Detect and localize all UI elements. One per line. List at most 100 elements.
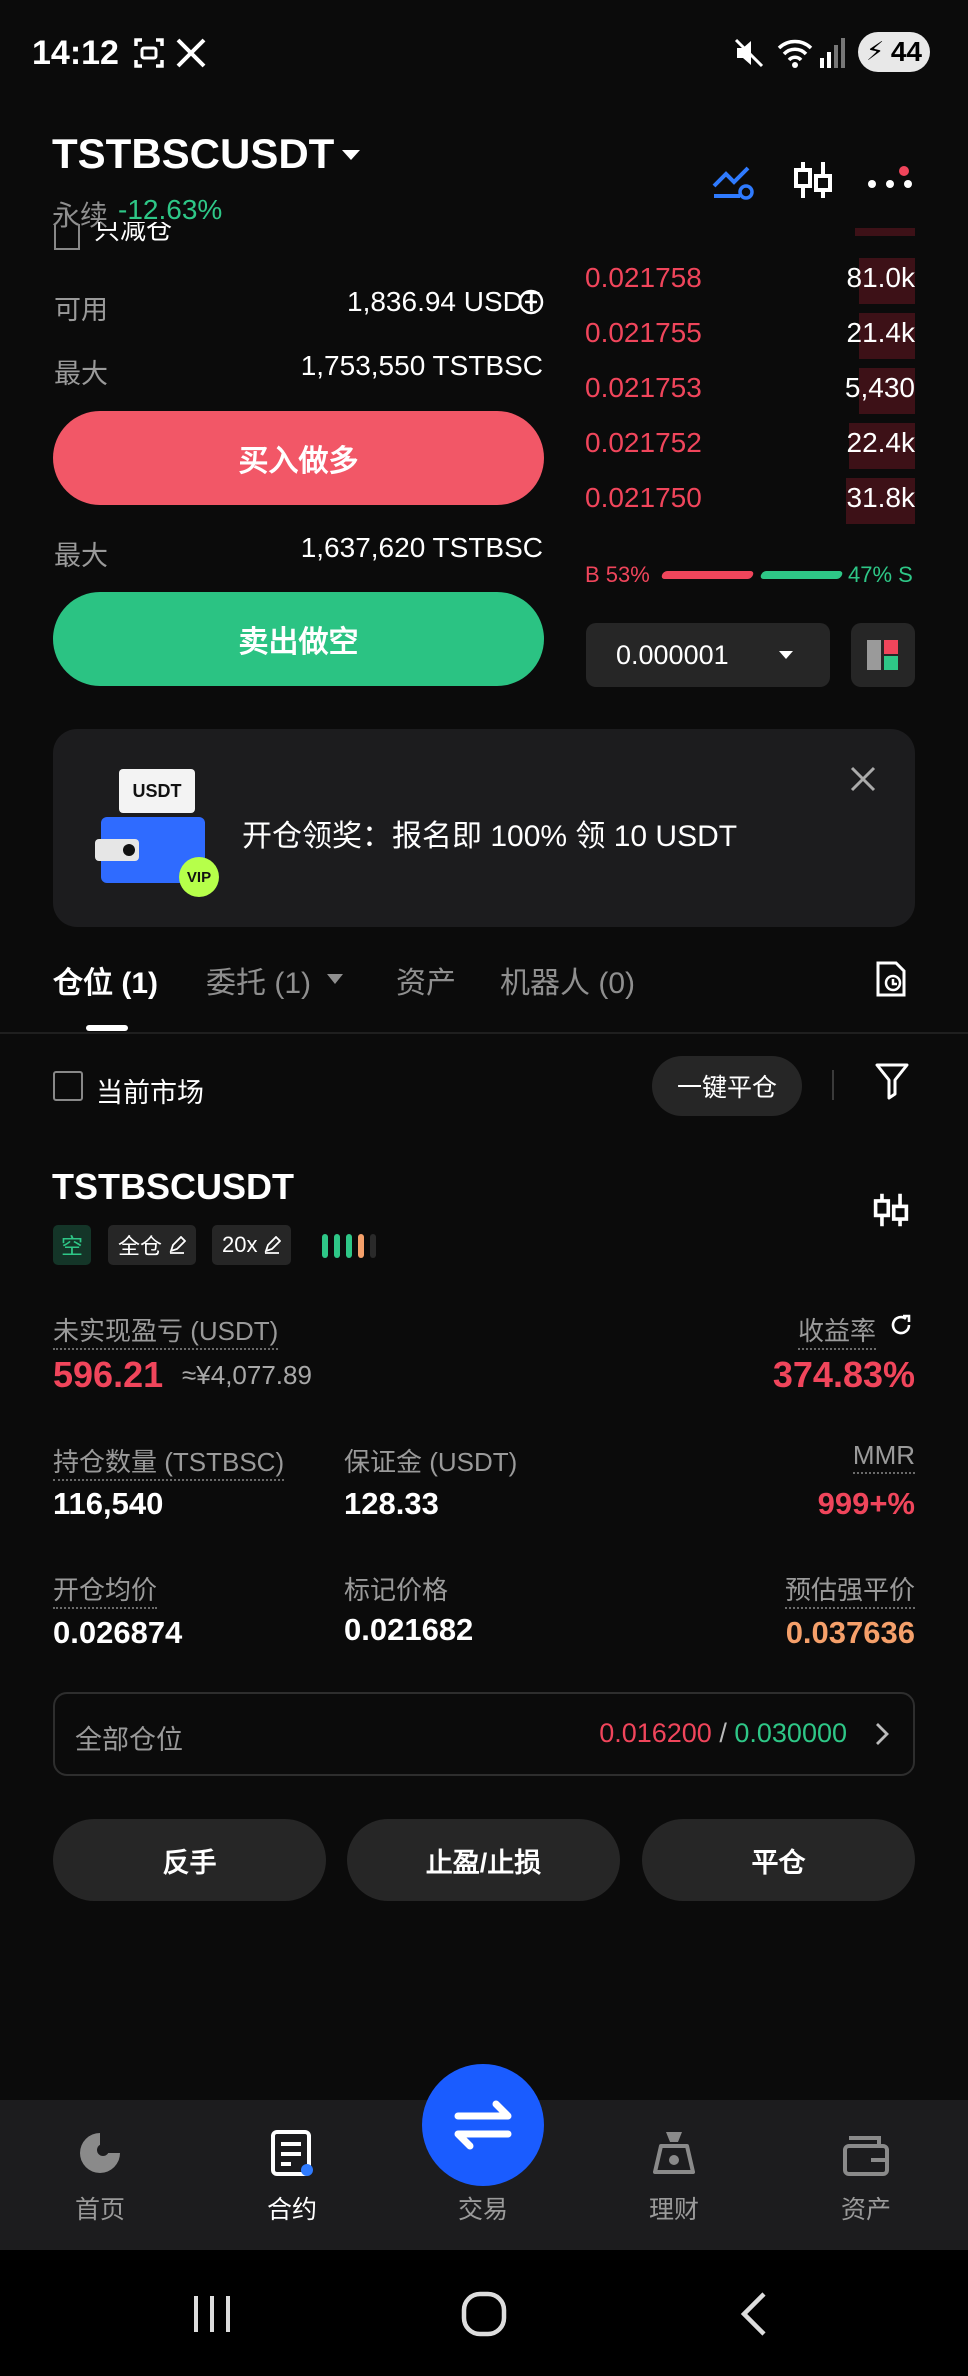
home-icon xyxy=(80,2133,120,2173)
status-time: 14:12 xyxy=(32,34,119,72)
tpsl-button[interactable]: 止盈/止损 xyxy=(347,1819,620,1901)
current-market-checkbox[interactable] xyxy=(53,1071,83,1101)
nav-trade[interactable]: 交易 xyxy=(413,2190,553,2226)
refresh-icon[interactable] xyxy=(888,1312,914,1338)
mmr-value: 999+% xyxy=(817,1486,915,1521)
wifi-icon xyxy=(776,36,814,70)
side-badge: 空 xyxy=(53,1225,92,1265)
contract-icon xyxy=(271,2130,313,2176)
orderbook-ask-row[interactable]: 0.021752 22.4k xyxy=(585,421,915,469)
all-positions-label: 全部仓位 xyxy=(75,1725,183,1755)
filter-divider xyxy=(832,1070,834,1100)
mark-price-label: 标记价格 xyxy=(344,1575,449,1605)
all-positions-tpsl-row[interactable]: 全部仓位 0.016200 / 0.030000 xyxy=(53,1692,915,1776)
recent-apps-icon[interactable] xyxy=(190,2292,234,2336)
precision-selector[interactable]: 0.000001 xyxy=(586,623,830,687)
tab-assets[interactable]: 资产 xyxy=(396,958,456,1002)
position-size-value: 116,540 xyxy=(53,1486,164,1521)
candlestick-icon[interactable] xyxy=(792,158,834,202)
unrealized-pnl-value: 596.21 xyxy=(53,1354,164,1395)
caret-down-icon[interactable] xyxy=(340,148,362,162)
tab-positions[interactable]: 仓位 (1) xyxy=(53,958,158,1002)
orderbook-ask-price: 0.021758 xyxy=(585,262,702,293)
nav-home-label: 首页 xyxy=(74,2196,125,2224)
max-sell-label: 最大 xyxy=(54,541,108,571)
adl-indicator xyxy=(322,1234,376,1258)
orderbook-ask-price: 0.021755 xyxy=(585,317,702,348)
orderbook-layout-button[interactable] xyxy=(851,623,915,687)
symbol-title[interactable]: TSTBSCUSDT xyxy=(52,130,334,178)
sell-ratio: 47% S xyxy=(848,562,913,587)
close-position-button[interactable]: 平仓 xyxy=(642,1819,915,1901)
ratio-bar xyxy=(660,571,844,579)
ratio-bar-sell xyxy=(759,571,844,579)
candlestick-icon[interactable] xyxy=(872,1190,910,1230)
filter-icon[interactable] xyxy=(874,1062,910,1100)
add-circle-icon[interactable] xyxy=(518,289,544,315)
edit-icon xyxy=(169,1236,187,1254)
close-all-button[interactable]: 一键平仓 xyxy=(652,1056,802,1116)
usdt-badge: USDT xyxy=(119,769,195,813)
margin-mode-badge[interactable]: 全仓 xyxy=(108,1225,197,1265)
chart-signal-icon[interactable] xyxy=(710,158,754,202)
buy-long-button[interactable]: 买入做多 xyxy=(53,411,544,505)
tab-active-indicator xyxy=(86,1025,128,1031)
reduce-only-checkbox[interactable] xyxy=(54,224,80,250)
promo-text: 开仓领奖：报名即 100% 领 10 USDT xyxy=(242,820,738,853)
unrealized-pnl-label: 未实现盈亏 (USDT) xyxy=(53,1311,279,1350)
nav-assets[interactable]: 资产 xyxy=(796,2128,936,2226)
margin-mode-label: 全仓 xyxy=(118,1234,163,1259)
nav-contract-label: 合约 xyxy=(266,2196,317,2224)
position-size-label: 持仓数量 (TSTBSC) xyxy=(53,1442,285,1481)
edit-icon xyxy=(265,1236,282,1254)
caret-down-icon[interactable] xyxy=(326,973,344,985)
available-value: 1,836.94 USDT xyxy=(347,286,540,317)
orderbook-ask-row[interactable]: 0.021758 81.0k xyxy=(585,256,916,304)
tab-bots[interactable]: 机器人 (0) xyxy=(500,958,635,1002)
orderbook-ask-row[interactable]: 0.021750 31.8k xyxy=(585,476,915,524)
sell-short-button[interactable]: 卖出做空 xyxy=(53,592,544,686)
buy-ratio: B 53% xyxy=(585,562,650,587)
back-icon[interactable] xyxy=(738,2290,768,2338)
tpsl-values: 0.016200 / 0.030000 xyxy=(599,1718,847,1749)
orderbook-ask-qty: 81.0k xyxy=(846,262,916,293)
x-app-icon xyxy=(174,36,208,70)
nav-earn-label: 理财 xyxy=(648,2196,699,2224)
leverage-badge[interactable]: 20x xyxy=(212,1225,292,1265)
roe-label: 收益率 xyxy=(797,1311,876,1350)
nav-earn[interactable]: 理财 xyxy=(604,2128,744,2226)
reverse-button[interactable]: 反手 xyxy=(53,1819,326,1901)
stop-loss-value: 0.030000 xyxy=(734,1718,847,1748)
promo-banner[interactable]: USDT VIP 开仓领奖：报名即 100% 领 10 USDT xyxy=(53,729,915,927)
nav-home[interactable]: 首页 xyxy=(30,2128,170,2226)
nav-contract[interactable]: 合约 xyxy=(222,2128,362,2226)
unrealized-pnl-cny: ≈¥4,077.89 xyxy=(182,1360,312,1390)
nav-trade-button[interactable] xyxy=(422,2064,544,2186)
precision-value: 0.000001 xyxy=(616,639,729,670)
signal-icon xyxy=(818,36,846,70)
available-label: 可用 xyxy=(54,295,108,325)
liq-price-value: 0.037636 xyxy=(785,1615,915,1650)
tab-orders[interactable]: 委托 (1) xyxy=(206,958,311,1002)
wallet-vip-illustration: USDT VIP xyxy=(95,769,225,899)
swap-arrows-icon xyxy=(454,2100,512,2150)
close-icon[interactable] xyxy=(849,765,877,793)
history-doc-icon[interactable] xyxy=(874,960,908,998)
home-button-icon[interactable] xyxy=(460,2290,508,2338)
battery-indicator: ⚡ 44 xyxy=(858,32,930,72)
side-label: 空 xyxy=(61,1234,84,1259)
position-symbol[interactable]: TSTBSCUSDT xyxy=(52,1166,294,1208)
orderbook-ask-row[interactable]: 0.021755 21.4k xyxy=(585,311,915,359)
orderbook-layout-icon xyxy=(867,640,898,670)
mute-icon xyxy=(734,36,764,70)
roe-value: 374.83% xyxy=(772,1354,915,1395)
battery-level: 44 xyxy=(890,36,922,67)
orderbook-ask-row[interactable]: 0.021753 5,430 xyxy=(585,366,915,414)
orderbook-ask-price: 0.021752 xyxy=(585,427,702,458)
orderbook-ask-price: 0.021750 xyxy=(585,482,702,513)
reduce-only-label: 只减仓 xyxy=(94,222,173,245)
orderbook-ask-price: 0.021753 xyxy=(585,372,702,403)
more-menu-icon[interactable] xyxy=(866,166,916,196)
earn-bag-icon xyxy=(653,2132,695,2174)
tpsl-separator: / xyxy=(719,1718,727,1748)
